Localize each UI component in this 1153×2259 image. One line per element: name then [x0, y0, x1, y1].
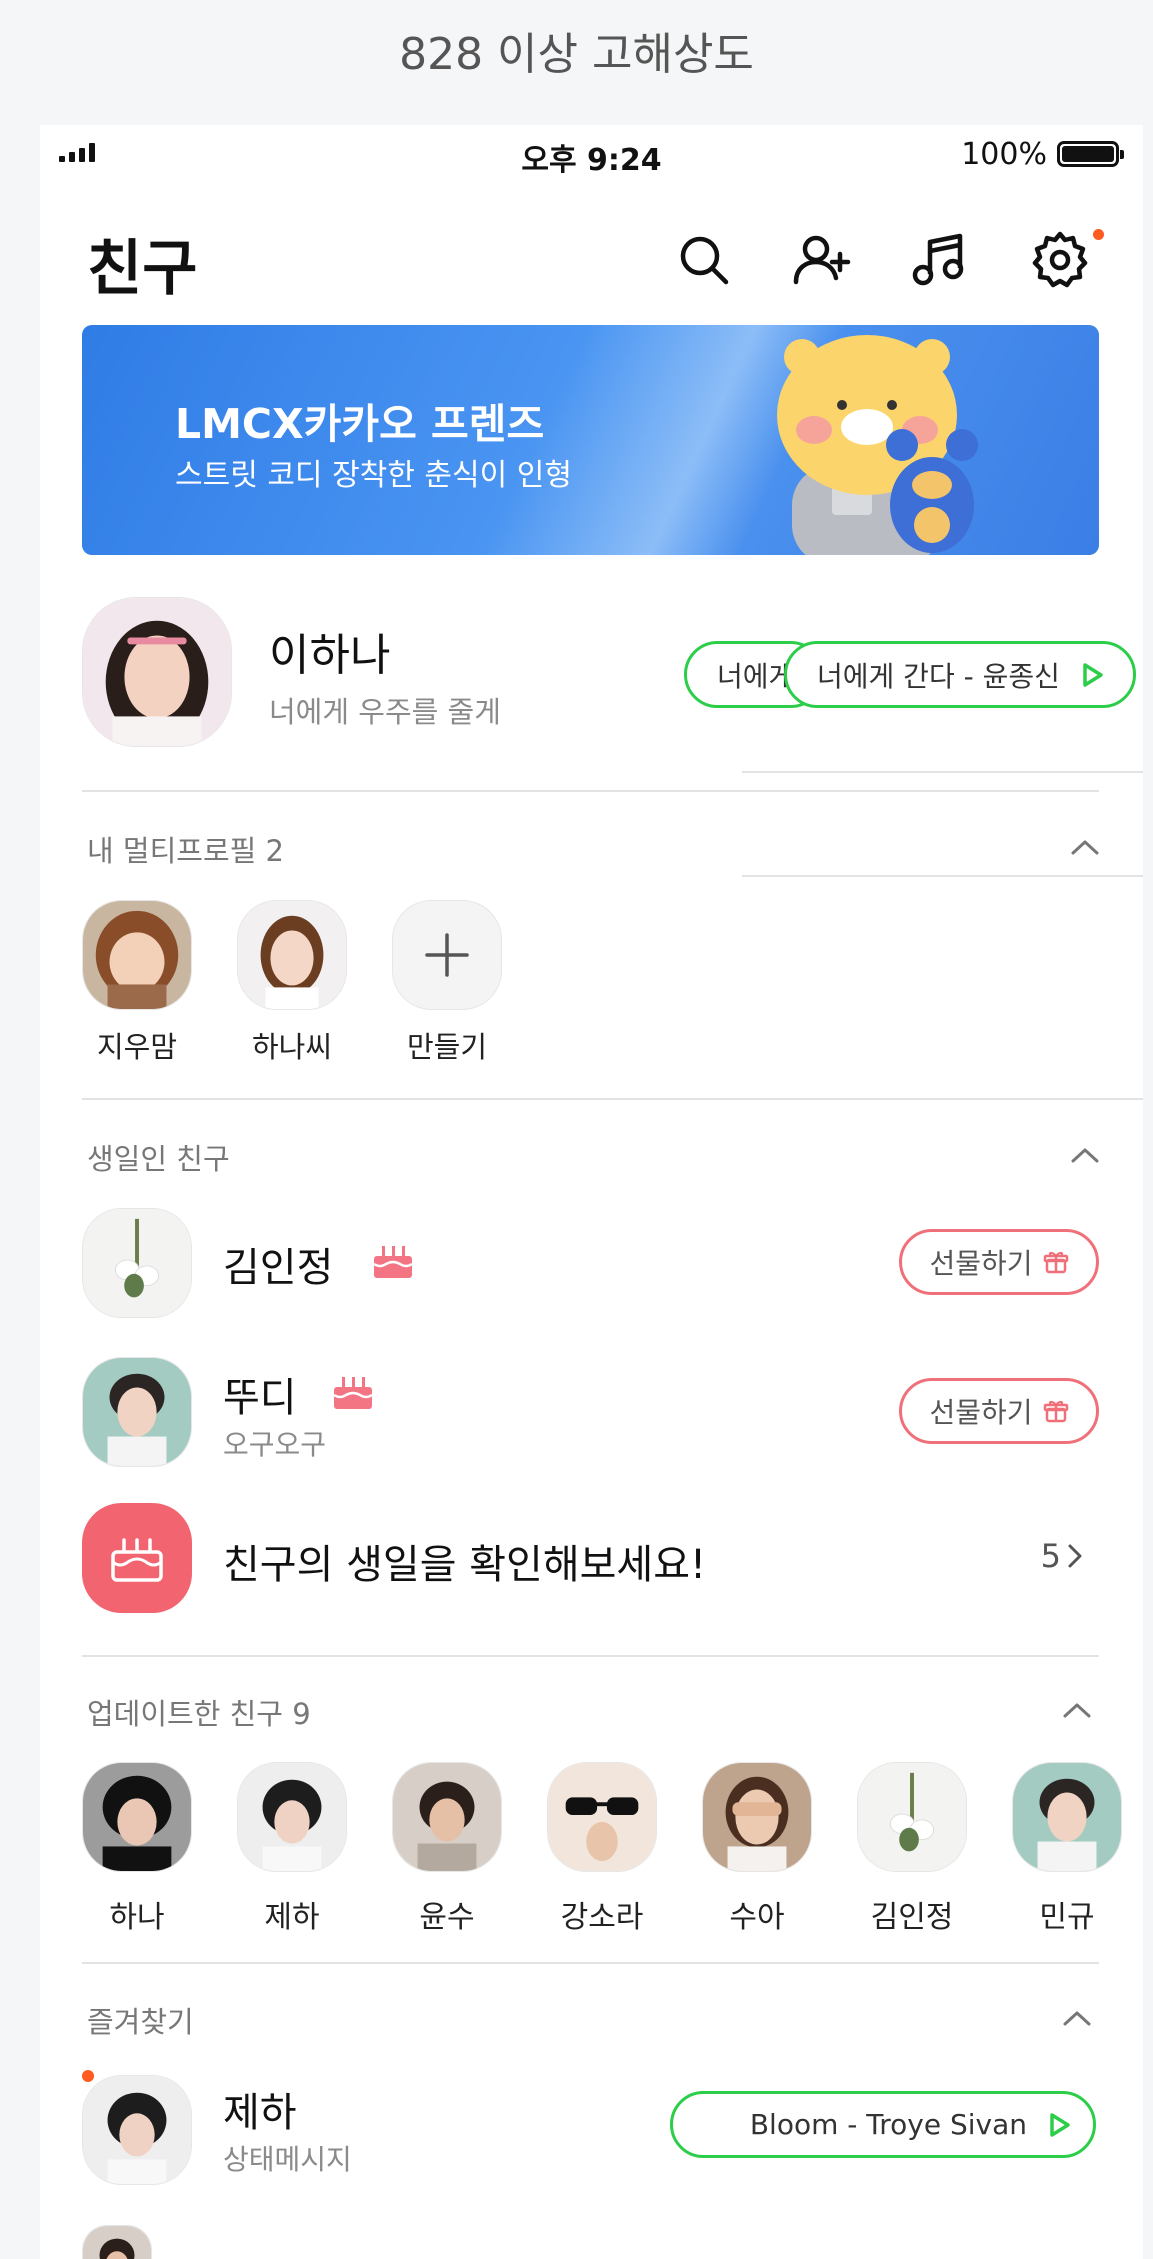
chevron-right-icon [1068, 1544, 1082, 1568]
updated-friend-name: 제하 [264, 1900, 320, 1935]
divider [742, 771, 1143, 773]
birthday-list-icon[interactable] [82, 1503, 192, 1613]
search-icon[interactable] [672, 228, 736, 292]
updated-friend-item[interactable]: 윤수 [392, 1762, 502, 1936]
updated-friend-name: 강소라 [560, 1900, 644, 1935]
friend-name: 뚜디 [223, 1375, 297, 1421]
updated-friend-avatar [82, 1762, 192, 1872]
updated-friend-name: 민규 [1039, 1900, 1095, 1935]
updated-friend-name: 수아 [729, 1900, 785, 1935]
favorite-music-pill[interactable]: Bloom - Troye Sivan [670, 2091, 1096, 2158]
divider [82, 790, 1099, 792]
friend-name: 김인정 [223, 1245, 334, 1291]
create-multi-profile-button[interactable]: 만들기 [392, 900, 502, 1066]
multi-profile-section-title: 내 멀티프로필 2 [87, 834, 284, 868]
favorite-music-title: Bloom - Troye Sivan [749, 2108, 1027, 2141]
favorite-friend-name: 제하 [223, 2090, 297, 2136]
collapse-chevron-up-icon[interactable] [1062, 2009, 1092, 2027]
updated-friend-avatar [1012, 1762, 1122, 1872]
settings-new-badge [1093, 229, 1104, 240]
play-icon [1050, 2112, 1070, 2137]
play-icon [1083, 662, 1103, 687]
updated-friends-section-title: 업데이트한 친구 9 [87, 1697, 311, 1731]
favorite-friend-avatar[interactable] [82, 2225, 152, 2259]
gift-icon [1043, 1400, 1068, 1423]
multi-profile-label: 만들기 [406, 1030, 488, 1064]
profile-music-pill[interactable]: 너에게 간다 - 윤종신 [784, 641, 1136, 708]
my-profile-row[interactable]: 이하나 너에게 우주를 줄게 너에게 너에게 간다 - 윤종신 [82, 597, 1143, 757]
multi-profile-avatar [237, 900, 347, 1010]
send-gift-label: 선물하기 [929, 1396, 1033, 1429]
updated-friend-name: 김인정 [870, 1900, 954, 1935]
multi-profile-label: 하나씨 [251, 1030, 333, 1064]
birthday-cake-icon [333, 1377, 373, 1409]
updated-friend-item[interactable]: 수아 [702, 1762, 812, 1936]
collapse-chevron-up-icon[interactable] [1062, 1701, 1092, 1719]
plush-character-image [777, 335, 978, 555]
my-profile-name: 이하나 [269, 630, 391, 681]
multi-profile-item[interactable]: 지우맘 [82, 900, 192, 1066]
divider [82, 1655, 1099, 1657]
check-birthdays-text[interactable]: 친구의 생일을 확인해보세요! [223, 1532, 706, 1590]
updated-friend-name: 하나 [109, 1900, 165, 1935]
updated-friend-avatar [237, 1762, 347, 1872]
battery-percent: 100% [961, 137, 1047, 172]
music-note-icon[interactable] [908, 228, 972, 292]
updated-friend-avatar [702, 1762, 812, 1872]
friend-status: 오구오구 [223, 1428, 327, 1461]
friend-avatar[interactable] [82, 1208, 192, 1318]
favorites-section-title: 즐겨찾기 [87, 2005, 194, 2039]
updated-friend-item[interactable]: 하나 [82, 1762, 192, 1936]
plus-icon [392, 900, 502, 1010]
add-friend-icon[interactable] [790, 228, 854, 292]
battery-icon [1057, 141, 1124, 167]
updated-friend-avatar [392, 1762, 502, 1872]
collapse-chevron-up-icon[interactable] [1070, 1146, 1100, 1164]
updated-friend-item[interactable]: 민규 [1012, 1762, 1122, 1936]
updated-friend-item[interactable]: 김인정 [857, 1762, 967, 1936]
resolution-caption: 828 이상 고해상도 [399, 29, 754, 80]
profile-music-title: 너에게 간다 - 윤종신 [817, 659, 1060, 693]
updated-friend-avatar [547, 1762, 657, 1872]
page-title: 친구 [87, 234, 198, 304]
updated-friend-name: 윤수 [419, 1900, 475, 1935]
settings-gear-icon[interactable] [1028, 228, 1092, 292]
status-bar: 오후 9:24 100% [40, 125, 1143, 185]
profile-music-partial-title: 너에게 [717, 659, 795, 693]
birthday-cake-icon [373, 1246, 413, 1278]
send-gift-button[interactable]: 선물하기 [899, 1378, 1099, 1444]
birthday-count[interactable]: 5 [1041, 1537, 1083, 1575]
collapse-chevron-up-icon[interactable] [1070, 838, 1100, 856]
updated-friend-item[interactable]: 제하 [237, 1762, 347, 1936]
gift-icon [1043, 1251, 1068, 1274]
divider [742, 875, 1143, 877]
phone-screen: 오후 9:24 100% 친구 LMCX카카오 프렌즈 스트릿 코디 장착한 춘… [40, 125, 1143, 2259]
multi-profile-label: 지우맘 [96, 1030, 178, 1064]
updated-friend-avatar [857, 1762, 967, 1872]
banner-title: LMCX카카오 프렌즈 [175, 400, 545, 448]
divider [82, 1962, 1099, 1964]
divider [82, 1098, 1143, 1100]
my-profile-avatar[interactable] [82, 597, 232, 747]
multi-profile-avatar [82, 900, 192, 1010]
friend-avatar[interactable] [82, 1357, 192, 1467]
birthday-count-value: 5 [1040, 1537, 1061, 1575]
favorite-friend-avatar[interactable] [82, 2075, 192, 2185]
send-gift-button[interactable]: 선물하기 [899, 1229, 1099, 1295]
favorite-friend-status: 상태메시지 [223, 2143, 352, 2176]
updated-friend-item[interactable]: 강소라 [547, 1762, 657, 1936]
multi-profile-item[interactable]: 하나씨 [237, 900, 347, 1066]
banner-subtitle: 스트릿 코디 장착한 춘식이 인형 [175, 458, 572, 493]
my-profile-status: 너에게 우주를 줄게 [269, 695, 501, 729]
new-update-badge [82, 2070, 94, 2082]
promo-banner[interactable]: LMCX카카오 프렌즈 스트릿 코디 장착한 춘식이 인형 [82, 325, 1099, 555]
birthday-section-title: 생일인 친구 [87, 1142, 230, 1176]
send-gift-label: 선물하기 [929, 1247, 1033, 1280]
